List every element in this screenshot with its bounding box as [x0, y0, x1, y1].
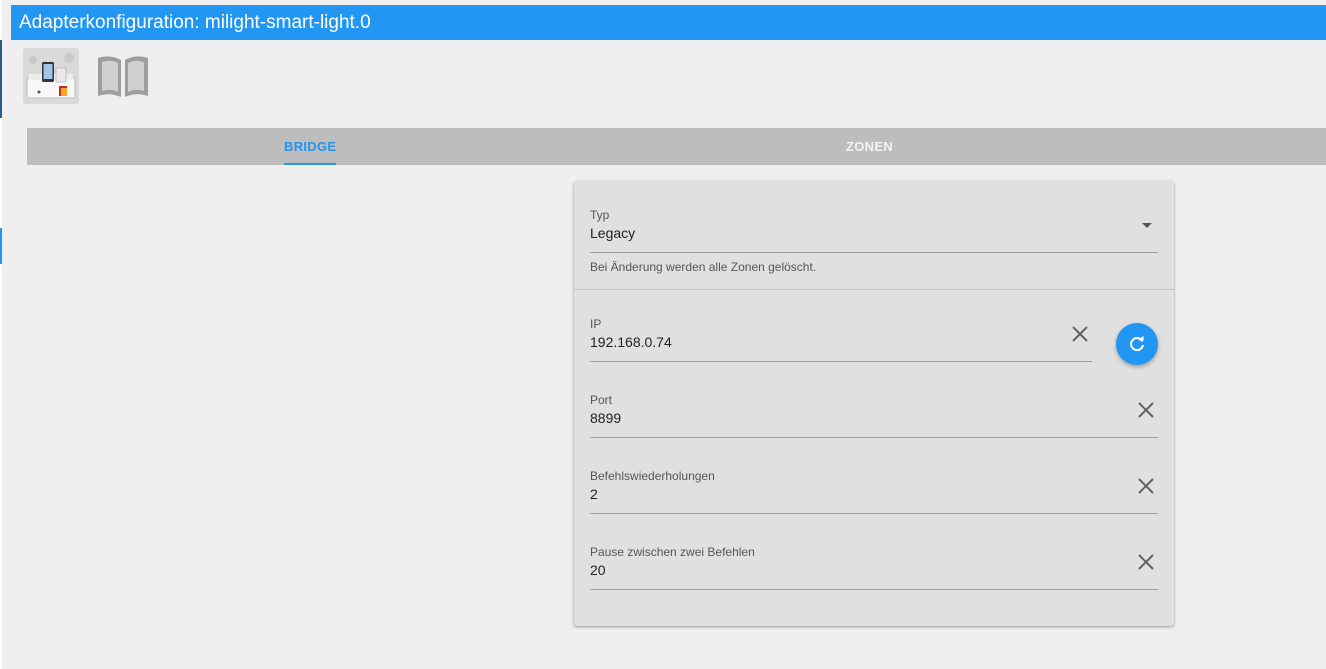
port-clear-icon[interactable]: [1136, 400, 1156, 420]
repeats-clear-icon[interactable]: [1136, 476, 1156, 496]
tab-bridge-label: BRIDGE: [284, 139, 337, 154]
repeats-underline: [590, 513, 1158, 514]
type-select[interactable]: Typ Legacy Bei Änderung werden alle Zone…: [590, 208, 1158, 288]
type-helper-text: Bei Änderung werden alle Zonen gelöscht.: [590, 260, 817, 274]
pause-clear-icon[interactable]: [1136, 552, 1156, 572]
ip-underline: [590, 361, 1092, 362]
type-label: Typ: [590, 208, 610, 222]
pause-value: 20: [590, 562, 606, 578]
tab-bar: BRIDGE ZONEN: [27, 128, 1326, 165]
type-value: Legacy: [590, 225, 636, 241]
tab-zones[interactable]: ZONEN: [846, 128, 893, 165]
page-background: Adapterkonfiguration: milight-smart-ligh…: [2, 0, 1326, 669]
ip-field[interactable]: IP 192.168.0.74: [590, 317, 1092, 363]
refresh-button[interactable]: [1116, 323, 1158, 365]
refresh-icon: [1130, 335, 1144, 352]
window-edge-highlight: [0, 228, 2, 264]
port-underline: [590, 437, 1158, 438]
card-divider: [574, 289, 1174, 290]
repeats-value: 2: [590, 486, 598, 502]
adapter-logo: [23, 48, 79, 104]
window-edge-decoration: [0, 40, 2, 118]
pause-underline: [590, 589, 1158, 590]
port-label: Port: [590, 393, 613, 407]
open-book-icon[interactable]: [94, 54, 152, 100]
bridge-settings-card: Typ Legacy Bei Änderung werden alle Zone…: [574, 181, 1174, 626]
ip-value: 192.168.0.74: [590, 334, 672, 350]
active-tab-indicator: [284, 163, 337, 165]
port-field[interactable]: Port 8899: [590, 393, 1158, 439]
tab-zones-label: ZONEN: [846, 139, 893, 154]
repeats-field[interactable]: Befehlswiederholungen 2: [590, 469, 1158, 515]
repeats-label: Befehlswiederholungen: [590, 469, 715, 483]
ip-label: IP: [590, 317, 602, 331]
chevron-down-icon[interactable]: [1140, 221, 1154, 231]
tab-bridge[interactable]: BRIDGE: [284, 128, 337, 165]
pause-label: Pause zwischen zwei Befehlen: [590, 545, 755, 559]
ip-clear-icon[interactable]: [1070, 324, 1090, 344]
page-title: Adapterkonfiguration: milight-smart-ligh…: [11, 5, 1326, 40]
type-underline: [590, 252, 1158, 253]
port-value: 8899: [590, 410, 622, 426]
pause-field[interactable]: Pause zwischen zwei Befehlen 20: [590, 545, 1158, 591]
